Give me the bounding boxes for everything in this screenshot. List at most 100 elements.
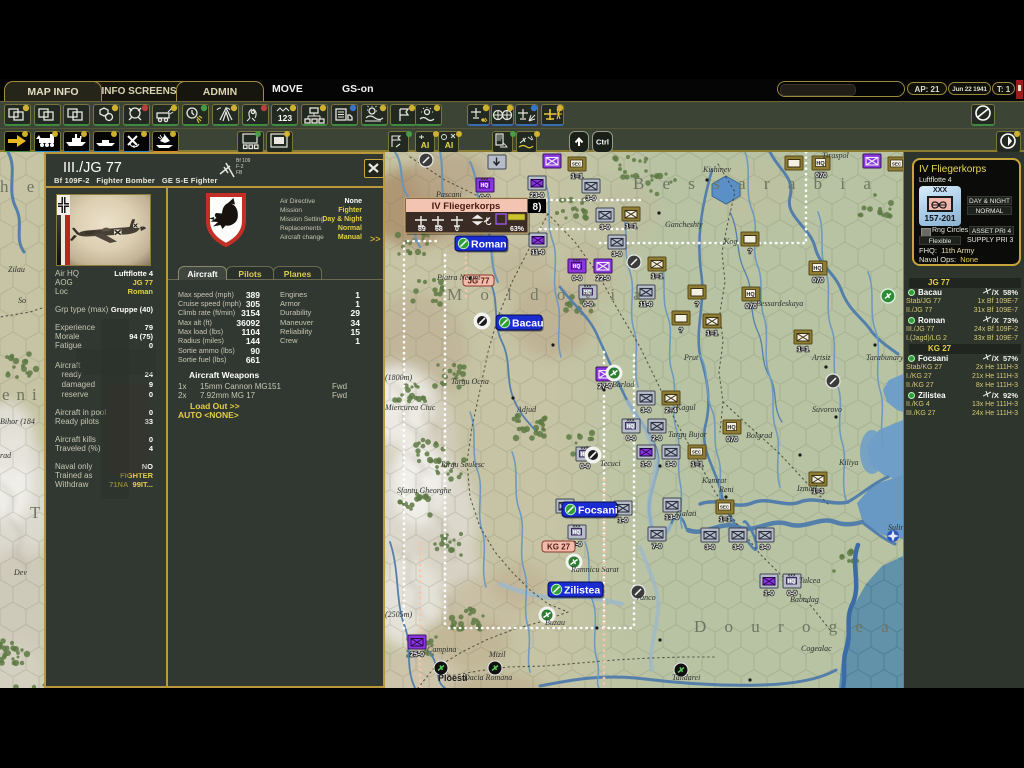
svg-text:Miercurea Ciuc: Miercurea Ciuc [384, 403, 436, 412]
svg-text:Bacau: Bacau [512, 318, 544, 330]
svg-text:1-0: 1-0 [618, 518, 628, 525]
svg-text:HQ: HQ [788, 579, 796, 585]
svg-text:0-0: 0-0 [626, 436, 636, 443]
svg-text:Tecuci: Tecuci [600, 459, 621, 468]
svg-text:h e: h e [0, 177, 41, 196]
svg-text:SEC: SEC [692, 450, 702, 455]
svg-text:3-0: 3-0 [612, 252, 622, 259]
svg-text:1=1: 1=1 [691, 462, 703, 469]
svg-text:HQ: HQ [573, 530, 581, 536]
svg-text:Kagul: Kagul [675, 403, 696, 412]
svg-text:?: ? [695, 302, 699, 309]
svg-text:123: 123 [278, 113, 292, 123]
svg-text:AI: AI [445, 140, 454, 150]
svg-text:Piatra Neamt: Piatra Neamt [436, 273, 481, 282]
svg-text:ranco: ranco [637, 593, 656, 602]
svg-text:Tarabunary: Tarabunary [866, 353, 904, 362]
svg-text:Suvorovo: Suvorovo [812, 405, 842, 414]
svg-text:HQ: HQ [727, 425, 736, 431]
svg-text:D o u r o g e a: D o u r o g e a [694, 617, 896, 636]
svg-text:HQ: HQ [816, 161, 825, 167]
svg-text:?: ? [679, 328, 683, 335]
svg-text:Izmail: Izmail [796, 484, 818, 493]
svg-text:(2505m): (2505m) [385, 610, 412, 619]
svg-text:89: 89 [418, 226, 426, 233]
svg-text:Dacia Romana: Dacia Romana [463, 673, 512, 682]
svg-text:So: So [18, 296, 26, 305]
svg-text:0: 0 [455, 226, 459, 233]
svg-text:Dev: Dev [13, 568, 27, 577]
svg-text:M o l d o v i a: M o l d o v i a [447, 285, 648, 304]
svg-text:Galati: Galati [676, 509, 696, 518]
svg-text:KG 27: KG 27 [547, 543, 571, 552]
svg-text:11-0: 11-0 [531, 250, 545, 257]
svg-text:Tandarei: Tandarei [672, 673, 700, 682]
svg-text:Adjud: Adjud [516, 405, 537, 414]
svg-text:Targu Ocna: Targu Ocna [451, 377, 489, 386]
svg-text:1-0: 1-0 [764, 591, 774, 598]
svg-text:070: 070 [812, 278, 824, 285]
svg-text:Targu Sculesc: Targu Sculesc [440, 460, 485, 469]
svg-text:3-0: 3-0 [666, 462, 676, 469]
svg-text:25-0: 25-0 [410, 652, 424, 659]
svg-text:HQ: HQ [481, 183, 489, 189]
svg-text:Focsani: Focsani [578, 505, 618, 517]
svg-text:Zilau: Zilau [8, 265, 25, 274]
svg-text:1=1: 1=1 [719, 517, 731, 524]
svg-text:?: ? [748, 249, 752, 256]
svg-text:070: 070 [726, 437, 738, 444]
svg-text:SEC: SEC [720, 505, 730, 510]
svg-text:7-0: 7-0 [652, 544, 662, 551]
svg-text:1-0: 1-0 [641, 462, 651, 469]
svg-text:rad: rad [0, 451, 12, 460]
svg-text:AI: AI [421, 140, 430, 150]
svg-text:HQ: HQ [573, 264, 581, 270]
svg-text:Reni: Reni [718, 485, 734, 494]
svg-text:Kog: Kog [723, 237, 737, 246]
svg-text:Bihor (184: Bihor (184 [0, 417, 35, 426]
svg-text:B e s s a r a b i a: B e s s a r a b i a [633, 174, 878, 193]
svg-text:Bessardeskaya: Bessardeskaya [756, 299, 803, 308]
svg-text:HQ: HQ [627, 424, 635, 430]
svg-text:XXX: XXX [480, 177, 488, 182]
svg-text:1=1: 1=1 [706, 331, 718, 338]
svg-text:Ctrl: Ctrl [596, 138, 609, 147]
svg-text:XXX: XXX [572, 524, 580, 529]
svg-text:XXX: XXX [787, 573, 795, 578]
svg-text:0-0: 0-0 [580, 464, 590, 471]
svg-text:Buzau: Buzau [545, 618, 565, 627]
svg-text:Kiliya: Kiliya [838, 458, 859, 467]
svg-text:HQ: HQ [813, 266, 822, 272]
svg-text:Barlad: Barlad [612, 380, 635, 389]
svg-text:Ramnicu Sarat: Ramnicu Sarat [570, 565, 620, 574]
svg-text:3-0: 3-0 [586, 196, 596, 203]
svg-text:Pascani: Pascani [435, 190, 462, 199]
svg-text:Zilistea: Zilistea [564, 585, 600, 597]
svg-text:Targu Bujor: Targu Bujor [668, 430, 708, 439]
svg-text:1=1: 1=1 [625, 224, 637, 231]
svg-text:Roman: Roman [471, 239, 507, 251]
svg-text:68: 68 [435, 226, 443, 233]
svg-text:Sfantu Gheorghe: Sfantu Gheorghe [397, 486, 452, 495]
svg-text:2-0: 2-0 [652, 436, 662, 443]
svg-text:22-0: 22-0 [596, 276, 610, 283]
svg-text:Sulin: Sulin [888, 523, 904, 532]
svg-text:(1800m): (1800m) [385, 373, 412, 382]
svg-text:3-0: 3-0 [760, 545, 770, 552]
svg-text:SEC: SEC [572, 162, 582, 167]
svg-text:IV Fliegerkorps: IV Fliegerkorps [432, 201, 501, 212]
svg-text:Kishinev: Kishinev [702, 165, 731, 174]
svg-text:Prut: Prut [683, 353, 699, 362]
svg-text:63%: 63% [510, 226, 525, 233]
svg-text:Komrat: Komrat [701, 476, 727, 485]
svg-text:HQ: HQ [746, 292, 755, 298]
svg-text:8): 8) [533, 202, 542, 213]
svg-text:Cogealac: Cogealac [801, 644, 832, 653]
svg-text:Tulcea: Tulcea [799, 576, 820, 585]
svg-text:1=1: 1=1 [571, 174, 583, 181]
svg-text:Babadag: Babadag [790, 595, 819, 604]
svg-text:1=1: 1=1 [651, 274, 663, 281]
svg-text:3-0: 3-0 [600, 225, 610, 232]
svg-text:SEC: SEC [892, 162, 902, 167]
svg-text:1=1: 1=1 [797, 347, 809, 354]
